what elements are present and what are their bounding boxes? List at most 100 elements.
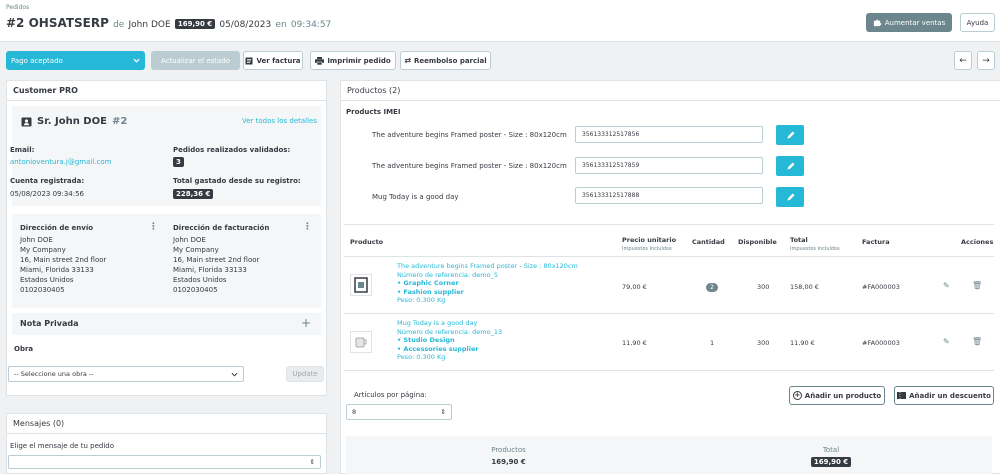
col-quantity: Cantidad [692,238,725,246]
edit-imei-button[interactable] [776,156,804,176]
print-order-label: Imprimir pedido [327,56,391,65]
update-status-button[interactable]: Actualizar el estado [151,51,240,70]
invoice-number: #FA000003 [862,283,900,291]
total-spent-badge: 228,36 € [173,189,214,199]
shipping-line: My Company [20,246,66,254]
imei-input[interactable]: 356133312517859 [575,157,763,174]
boost-sales-button[interactable]: Aumentar ventas [866,13,952,32]
billing-line: Estados Unidos [173,276,227,284]
order-status-value: Pago aceptado [11,56,63,65]
add-product-label: Añadir un producto [804,391,882,400]
order-total-badge: 169,90 € [174,19,216,29]
mug-icon [355,337,367,348]
shipping-address-title: Dirección de envío [20,224,94,232]
shipping-line: 16, Main street 2nd floor [20,256,107,264]
col-unit-price-label: Precio unitario [622,236,677,244]
billing-line: Miami, Florida 33133 [173,266,247,274]
view-all-details-link[interactable]: Ver todos los detalles [242,117,317,125]
work-select[interactable]: -- Seleccione una obra -- [8,366,244,382]
customer-name-row: Sr. John DOE #2 [21,116,127,127]
email-label: Email: [10,146,35,154]
add-note-plus-icon[interactable]: + [301,316,311,330]
next-order-button[interactable]: → [977,51,995,70]
order-time: 09:34:57 [290,20,332,30]
available-stock: 300 [757,283,770,291]
grand-total-label: Total [822,446,840,454]
quantity-badge: 2 [706,283,718,292]
work-label: Obra [14,345,34,353]
edit-imei-button[interactable] [776,187,804,207]
supplier-link[interactable]: • Fashion supplier [397,288,578,297]
table-row-product: The adventure begins Framed poster - Siz… [397,262,578,305]
col-product: Producto [350,238,384,246]
shipping-menu-icon[interactable]: ⋮ [149,222,158,232]
supplier-link[interactable]: • Graphic Corner [397,279,578,288]
imei-title: Products IMEI [346,108,401,116]
billing-address-title: Dirección de facturación [173,224,270,232]
product-name-link[interactable]: Mug Today is a good day [397,319,502,328]
view-invoice-label: Ver factura [256,56,301,65]
puzzle-icon [873,19,882,27]
col-total: Total Impuestos incluidos [790,236,840,252]
customer-full-name: Sr. John DOE [37,116,107,127]
chevron-down-icon [133,58,140,63]
col-unit-price-sub: Impuestos incluidos [622,246,672,252]
at-label: en [275,20,287,30]
boost-sales-label: Aumentar ventas [884,18,946,27]
total-spent-label: Total gastado desde su registro: [173,177,301,185]
delete-row-icon[interactable]: 🗑 [972,281,982,290]
edit-imei-button[interactable] [776,125,804,145]
imei-product-name: The adventure begins Framed poster - Siz… [372,162,567,170]
grand-total-value: 169,90 € [810,457,852,467]
partial-refund-button[interactable]: ⇄ Reembolso parcial [400,51,491,70]
available-stock: 300 [757,339,770,347]
add-discount-button[interactable]: Añadir un descuento [894,386,994,405]
page-title: #2 OHSATSERP de John DOE 169,90 € 05/08/… [6,16,331,30]
updown-icon: ⇕ [309,458,315,466]
imei-input[interactable]: 356133312517888 [575,187,763,204]
products-total-value: 169,90 € [491,458,526,466]
plus-circle-icon: + [792,391,802,400]
product-thumbnail[interactable] [350,274,372,296]
per-page-select[interactable]: 8 ⇕ [346,404,452,420]
help-button[interactable]: Ayuda [960,13,995,32]
imei-product-name: The adventure begins Framed poster - Siz… [372,131,567,139]
order-date: 05/08/2023 [219,20,272,30]
product-thumbnail[interactable] [350,331,372,353]
updown-icon: ⇕ [440,408,446,416]
validated-orders-label: Pedidos realizados validados: [173,146,291,154]
pencil-icon [786,192,795,201]
ticket-icon [897,392,907,399]
add-product-button[interactable]: + Añadir un producto [789,386,885,405]
table-row-product: Mug Today is a good day Número de refere… [397,319,502,362]
invoice-icon [245,57,253,64]
edit-row-icon[interactable]: ✎ [943,281,950,290]
imei-input[interactable]: 356133312517856 [575,126,763,143]
supplier-link[interactable]: • Studio Design [397,336,502,345]
product-name-link[interactable]: The adventure begins Framed poster - Siz… [397,262,578,271]
product-reference: Número de referencia: demo_5 [397,270,498,279]
customer-email[interactable]: antonioventura.j@gmail.com [10,158,111,166]
previous-order-button[interactable]: ← [954,51,972,70]
delete-row-icon[interactable]: 🗑 [972,337,982,346]
divider [344,313,994,314]
supplier-link[interactable]: • Accessories supplier [397,345,502,354]
edit-row-icon[interactable]: ✎ [943,337,950,346]
pencil-icon [786,161,795,170]
work-update-button[interactable]: Update [286,366,324,382]
view-invoice-button[interactable]: Ver factura [243,51,303,70]
order-status-select[interactable]: Pago aceptado [6,51,145,70]
breadcrumb[interactable]: Pedidos [6,4,29,11]
framed-poster-icon [354,277,368,293]
billing-menu-icon[interactable]: ⋮ [303,222,312,232]
shipping-line: John DOE [20,236,53,244]
printer-icon [315,56,325,65]
products-title: Productos (2) [341,81,1000,101]
message-select[interactable]: ⇕ [8,455,321,469]
shipping-line: 0102030405 [20,286,65,294]
product-weight: Peso: 0.300 Kg [397,296,446,304]
row-total: 11,90 € [790,339,815,347]
chevron-down-icon [231,372,238,377]
print-order-button[interactable]: Imprimir pedido [310,51,396,70]
refund-icon: ⇄ [404,56,412,65]
